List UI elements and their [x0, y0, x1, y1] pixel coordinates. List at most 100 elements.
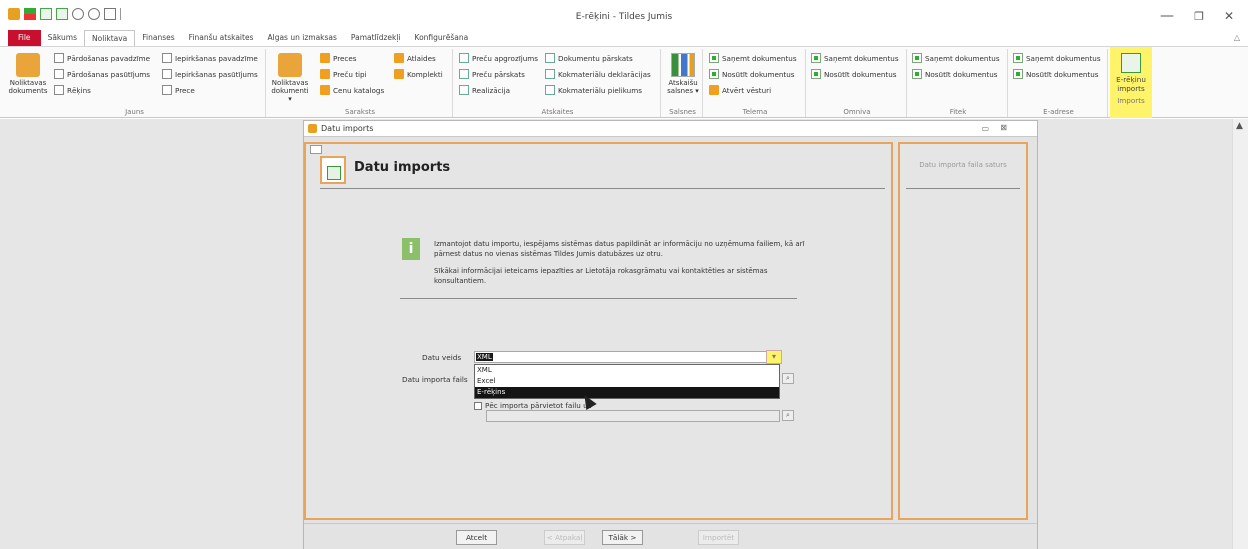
- atskaisu-salsnes-button[interactable]: Atskaišu salsnes ▾: [665, 53, 701, 95]
- import-button[interactable]: Importēt: [698, 530, 739, 545]
- ribbon-item-pardosanas-pasutijums[interactable]: Pārdošanas pasūtījums: [54, 69, 150, 79]
- pivot-chart-icon: [671, 53, 695, 77]
- ribbon-item-prece[interactable]: Prece: [162, 85, 195, 95]
- omniva-sanemt-button[interactable]: Saņemt dokumentus: [811, 53, 899, 63]
- send-icon: [811, 69, 821, 79]
- next-button[interactable]: Tālāk >: [602, 530, 643, 545]
- title-bar: E-rēķini - Tildes Jumis — ❐ ✕: [0, 0, 1248, 30]
- tab-algas[interactable]: Algas un izmaksas: [260, 30, 343, 46]
- vertical-scrollbar[interactable]: ▲: [1232, 119, 1248, 549]
- document-icon: [54, 85, 64, 95]
- info-text: Izmantojot datu importu, iespējams sistē…: [434, 240, 805, 285]
- chevron-down-icon[interactable]: ▾: [766, 350, 782, 364]
- gear-icon: [308, 124, 317, 133]
- import-icon: [1121, 53, 1141, 73]
- ribbon-item-precu-apgrozijums[interactable]: Preču apgrozījums: [459, 53, 538, 63]
- ribbon-item-cenu-katalogs[interactable]: Cenu katalogs: [320, 85, 384, 95]
- send-icon: [1013, 69, 1023, 79]
- tab-konfiguresana[interactable]: Konfigurēšana: [408, 30, 476, 46]
- dialog-close-button[interactable]: ⊠: [1000, 123, 1007, 132]
- e-rekinu-imports-button[interactable]: E-rēķinu imports Imports: [1110, 47, 1152, 118]
- dropdown-option-e-rekins[interactable]: E-rēķins: [475, 387, 779, 398]
- telema-nosutit-button[interactable]: Nosūtīt dokumentus: [709, 69, 795, 79]
- folder-icon: [394, 69, 404, 79]
- group-atskaites: Preču apgrozījums Preču pārskats Realizā…: [455, 49, 661, 117]
- ribbon-item-dokumentu-parskats[interactable]: Dokumentu pārskats: [545, 53, 633, 63]
- report-icon: [545, 85, 555, 95]
- tab-file[interactable]: File: [8, 30, 41, 46]
- ribbon-item-realizacija[interactable]: Realizācija: [459, 85, 510, 95]
- group-salsnes: Atskaišu salsnes ▾ Salsnes: [663, 49, 703, 117]
- back-button[interactable]: < Atpakaļ: [544, 530, 585, 545]
- document-icon: [54, 69, 64, 79]
- noliktavas-dokumenti-button[interactable]: Noliktavas dokumenti ▾: [270, 53, 310, 103]
- group-label-saraksts: Saraksts: [345, 108, 375, 116]
- folder-icon: [320, 85, 330, 95]
- tab-finansu-atskaites[interactable]: Finanšu atskaites: [182, 30, 261, 46]
- omniva-nosutit-button[interactable]: Nosūtīt dokumentus: [811, 69, 897, 79]
- browse-folder-icon[interactable]: ⌕: [782, 410, 794, 421]
- ribbon-item-precu-tipi[interactable]: Preču tipi: [320, 69, 367, 79]
- receive-icon: [912, 53, 922, 63]
- move-after-import-checkbox[interactable]: Pēc importa pārvietot failu uz: [474, 401, 591, 410]
- dropdown-option-xml[interactable]: XML: [475, 365, 779, 376]
- ribbon-item-pardosanas-pavadzime[interactable]: Pārdošanas pavadzīme: [54, 53, 150, 63]
- close-button[interactable]: ✕: [1214, 9, 1244, 23]
- noliktavas-dokuments-button[interactable]: Noliktavas dokuments: [6, 53, 50, 95]
- side-panel: Datu importa faila saturs: [898, 142, 1028, 520]
- browse-file-icon[interactable]: ⌕: [782, 373, 794, 384]
- ribbon-item-precu-parskats[interactable]: Preču pārskats: [459, 69, 525, 79]
- tab-noliktava[interactable]: Noliktava: [84, 30, 136, 46]
- eadrese-nosutit-button[interactable]: Nosūtīt dokumentus: [1013, 69, 1099, 79]
- cancel-button[interactable]: Atcelt: [456, 530, 497, 545]
- page-title: Datu imports: [354, 160, 451, 175]
- scroll-up-icon[interactable]: ▲: [1236, 121, 1243, 131]
- datu-imports-dialog: Datu imports ▭ ⊠ Datu imports i Izmantoj…: [303, 120, 1038, 549]
- ribbon-item-preces[interactable]: Preces: [320, 53, 357, 63]
- dropdown-option-excel[interactable]: Excel: [475, 376, 779, 387]
- move-target-input[interactable]: [486, 410, 780, 422]
- telema-atvert-vesturi-button[interactable]: Atvērt vēsturi: [709, 85, 771, 95]
- ribbon-item-iepirksanas-pavadzime[interactable]: Iepirkšanas pavadzīme: [162, 53, 258, 63]
- fitek-nosutit-button[interactable]: Nosūtīt dokumentus: [912, 69, 998, 79]
- fitek-sanemt-button[interactable]: Saņemt dokumentus: [912, 53, 1000, 63]
- tab-sakums[interactable]: Sākums: [41, 30, 84, 46]
- restore-button[interactable]: ❐: [1184, 10, 1214, 23]
- ribbon-tabs: File Sākums Noliktava Finanses Finanšu a…: [0, 30, 475, 46]
- collapse-ribbon-icon[interactable]: △: [1234, 33, 1240, 42]
- document-icon: [162, 69, 172, 79]
- ribbon-item-kokmaterialu-deklaracijas[interactable]: Kokmateriālu deklarācijas: [545, 69, 651, 79]
- group-label-fitek: Fitek: [949, 108, 967, 116]
- group-omniva: Saņemt dokumentus Nosūtīt dokumentus Omn…: [808, 49, 907, 117]
- ribbon-item-iepirksanas-pasutijums[interactable]: Iepirkšanas pasūtījums: [162, 69, 258, 79]
- main-panel: Datu imports i Izmantojot datu importu, …: [304, 142, 893, 520]
- ribbon-item-kokmaterialu-pielikums[interactable]: Kokmateriālu pielikums: [545, 85, 642, 95]
- group-eadrese: Saņemt dokumentus Nosūtīt dokumentus E-a…: [1010, 49, 1108, 117]
- ribbon-item-komplekti[interactable]: Komplekti: [394, 69, 443, 79]
- tab-pamatlidzekli[interactable]: Pamatlīdzekļi: [344, 30, 408, 46]
- ribbon-item-atlaides[interactable]: Atlaides: [394, 53, 436, 63]
- ribbon: Noliktavas dokuments Pārdošanas pavadzīm…: [0, 46, 1248, 118]
- telema-sanemt-button[interactable]: Saņemt dokumentus: [709, 53, 797, 63]
- checkbox-box[interactable]: [474, 401, 482, 410]
- side-divider: [906, 188, 1020, 189]
- info-divider: [400, 298, 797, 299]
- minimize-button[interactable]: —: [1152, 8, 1182, 24]
- window-title: E-rēķini - Tildes Jumis: [575, 12, 673, 22]
- datu-veids-select[interactable]: XML: [474, 351, 781, 363]
- group-label-salsnes: Salsnes: [669, 108, 696, 116]
- folder-icon: [320, 69, 330, 79]
- eadrese-sanemt-button[interactable]: Saņemt dokumentus: [1013, 53, 1101, 63]
- datu-importa-fails-label: Datu importa fails: [402, 375, 468, 384]
- group-label-jauns: Jauns: [125, 108, 144, 116]
- header-divider: [320, 188, 885, 189]
- ribbon-item-rekins[interactable]: Rēķins: [54, 85, 91, 95]
- datu-veids-label: Datu veids: [422, 353, 462, 362]
- group-fitek: Saņemt dokumentus Nosūtīt dokumentus Fit…: [909, 49, 1008, 117]
- group-jauns: Noliktavas dokuments Pārdošanas pavadzīm…: [4, 49, 266, 117]
- group-telema: Saņemt dokumentus Nosūtīt dokumentus Atv…: [705, 49, 806, 117]
- tab-finanses[interactable]: Finanses: [135, 30, 181, 46]
- group-saraksts: Noliktavas dokumenti ▾ Preces Preču tipi…: [268, 49, 453, 117]
- group-label-atskaites: Atskaites: [541, 108, 574, 116]
- dialog-minimize-button[interactable]: ▭: [981, 124, 989, 133]
